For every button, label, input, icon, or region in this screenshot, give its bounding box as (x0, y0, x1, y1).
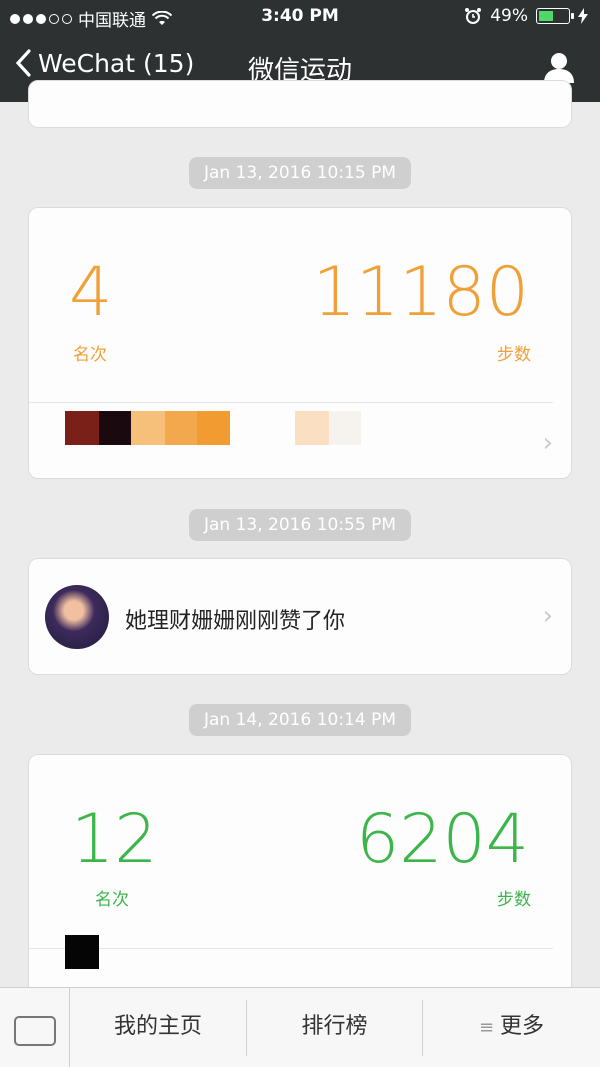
card-divider (29, 402, 553, 403)
pixelated-avatar (65, 935, 99, 969)
alarm-icon (465, 8, 482, 24)
timestamp: Jan 13, 2016 10:15 PM (189, 157, 411, 189)
timestamp: Jan 14, 2016 10:14 PM (189, 704, 411, 736)
like-message: 她理财姗姗刚刚赞了你 (125, 609, 346, 634)
status-right: 49% (464, 6, 588, 26)
tab-my-home[interactable]: 我的主页 (70, 988, 246, 1067)
bottom-menu-bar: 我的主页 排行榜 ≡ 更多 (0, 987, 600, 1067)
chevron-right-icon: › (542, 601, 553, 631)
battery-percent: 49% (490, 6, 528, 26)
tab-more[interactable]: ≡ 更多 (423, 988, 600, 1067)
previous-card (28, 80, 572, 128)
timestamp: Jan 13, 2016 10:55 PM (189, 509, 411, 541)
card-divider (29, 948, 553, 949)
rank-label: 名次 (73, 345, 107, 365)
rank-card[interactable]: 12 名次 6204 步数 (28, 754, 572, 1014)
rank-label: 名次 (95, 890, 129, 910)
steps-label: 步数 (497, 890, 531, 910)
like-card[interactable]: 她理财姗姗刚刚赞了你 › (28, 558, 572, 675)
steps-value: 11180 (312, 253, 529, 332)
steps-label: 步数 (497, 345, 531, 365)
keyboard-icon (14, 1016, 56, 1046)
steps-value: 6204 (355, 800, 529, 879)
chevron-right-icon: › (542, 428, 553, 458)
charging-icon (578, 8, 588, 24)
battery-icon (536, 8, 574, 24)
rank-value: 12 (71, 800, 158, 879)
tab-leaderboard[interactable]: 排行榜 (247, 988, 422, 1067)
rank-card[interactable]: 4 名次 11180 步数 › (28, 207, 572, 479)
person-icon[interactable] (542, 50, 576, 84)
menu-icon: ≡ (478, 1017, 495, 1038)
avatar (45, 585, 109, 649)
tab-more-label: 更多 (500, 1014, 545, 1039)
keyboard-button[interactable] (0, 988, 70, 1067)
status-bar: 中国联通 3:40 PM 49% (0, 0, 600, 34)
rank-value: 4 (69, 253, 113, 332)
